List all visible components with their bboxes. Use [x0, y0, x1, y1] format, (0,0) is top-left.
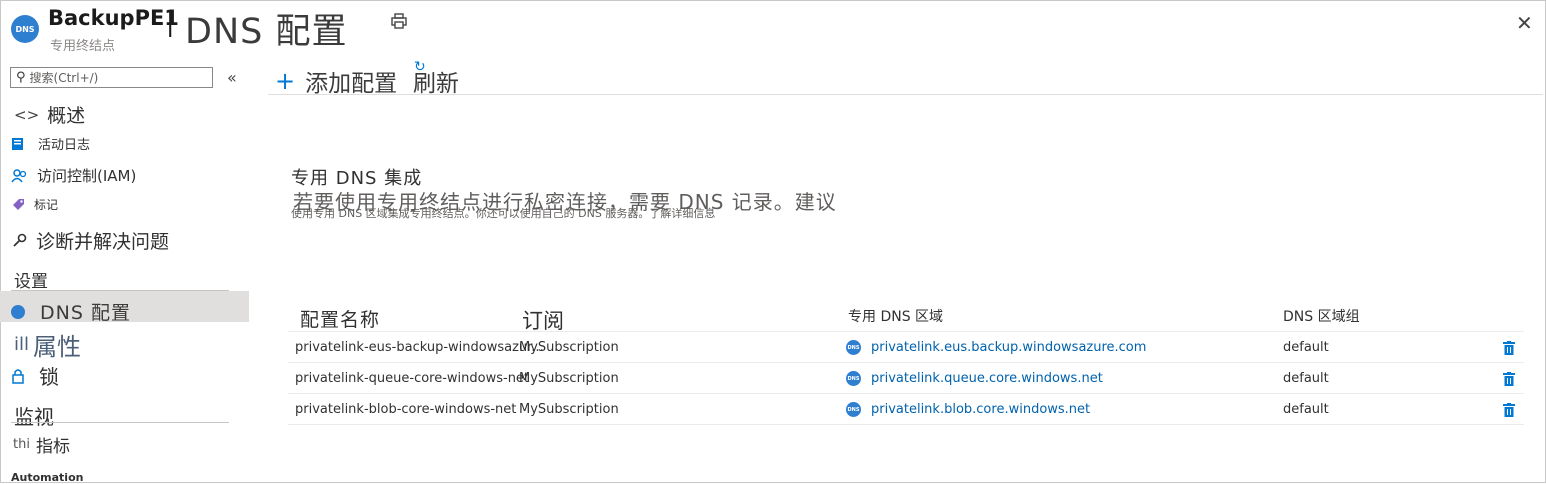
row-1-config-name: privatelink-eus-backup-windowsazur...	[295, 340, 544, 355]
tag-icon	[13, 199, 24, 210]
dns-zone-icon: DNS	[846, 340, 861, 355]
sidebar-item-label: 锁	[39, 365, 59, 389]
add-icon: +	[275, 67, 296, 95]
row-1-subscription: MySubscription	[519, 340, 619, 355]
sidebar-item-label: 概述	[47, 105, 86, 127]
wrench-icon	[13, 233, 27, 247]
page-title: DNS 配置	[185, 12, 348, 52]
sidebar-item-label: 诊断并解决问题	[36, 231, 170, 253]
dns-zone-icon: DNS	[846, 402, 861, 417]
delete-icon[interactable]	[1503, 341, 1515, 355]
sidebar-item-label: 活动日志	[38, 138, 91, 153]
title-separator: |	[166, 8, 175, 37]
sidebar-item-dns-config[interactable]: DNS 配置	[11, 298, 131, 325]
sidebar-item-label: 属性	[33, 333, 82, 361]
search-input[interactable]: ⚲ 搜索(Ctrl+/)	[10, 67, 213, 88]
header-divider	[288, 331, 1524, 332]
properties-icon: ill	[14, 334, 30, 355]
row-3-zone-group: default	[1283, 402, 1329, 417]
sidebar-item-activity-log[interactable]: 活动日志	[11, 134, 90, 153]
search-icon: ⚲	[16, 70, 26, 85]
row-divider	[288, 393, 1524, 394]
resource-name: BackupPE1	[48, 6, 179, 30]
row-2-zone-group: default	[1283, 371, 1329, 386]
row-1-zone-group: default	[1283, 340, 1329, 355]
sidebar-item-label: 访问控制(IAM)	[37, 167, 137, 185]
sidebar-item-lock[interactable]: 锁	[11, 361, 59, 390]
sidebar-item-properties[interactable]: ill 属性	[14, 327, 81, 362]
sidebar-item-label: 指标	[35, 437, 70, 457]
sidebar-item-iam[interactable]: 访问控制(IAM)	[11, 165, 136, 186]
activity-log-icon	[12, 137, 23, 150]
row-2-dns-zone-link[interactable]: DNS privatelink.queue.core.windows.net	[846, 371, 1103, 386]
row-divider	[288, 362, 1524, 363]
settings-section-header: 设置	[14, 272, 48, 292]
dns-resource-icon: DNS	[11, 15, 39, 43]
dns-zone-link-text: privatelink.eus.backup.windowsazure.com	[871, 340, 1147, 355]
search-placeholder: 搜索(Ctrl+/)	[29, 71, 99, 85]
sidebar-item-overview[interactable]: <> 概述	[14, 101, 85, 128]
row-divider	[288, 424, 1524, 425]
column-header-private-dns-zone: 专用 DNS 区域	[848, 309, 944, 325]
automation-section-header: Automation	[11, 471, 84, 484]
add-configuration-label: 添加配置	[305, 71, 398, 97]
row-3-dns-zone-link[interactable]: DNS privatelink.blob.core.windows.net	[846, 402, 1090, 417]
sidebar-item-label: 标记	[34, 198, 59, 212]
sidebar-item-diagnose[interactable]: 诊断并解决问题	[11, 227, 169, 254]
refresh-icon: ↻	[414, 59, 426, 75]
column-header-dns-zone-group: DNS 区域组	[1283, 309, 1360, 325]
dns-icon	[11, 304, 25, 319]
command-bar-divider	[268, 94, 1543, 95]
sidebar-item-metrics[interactable]: thi 指标	[13, 432, 70, 457]
resource-type: 专用终结点	[50, 39, 116, 54]
row-3-config-name: privatelink-blob-core-windows-net	[295, 402, 517, 417]
row-2-subscription: MySubscription	[519, 371, 619, 386]
close-icon[interactable]: ✕	[1516, 11, 1533, 35]
integration-subtext: 使用专用 DNS 区域集成专用终结点。你还可以使用自己的 DNS 服务器。了解详…	[291, 207, 716, 220]
refresh-button[interactable]: ↻ 刷新	[413, 59, 459, 98]
dns-zone-link-text: privatelink.queue.core.windows.net	[871, 371, 1103, 386]
sidebar-item-tags[interactable]: 标记	[11, 196, 58, 213]
sidebar-item-label: DNS 配置	[40, 302, 131, 324]
collapse-sidebar-button[interactable]: «	[227, 68, 237, 87]
section-divider	[11, 422, 229, 423]
row-3-subscription: MySubscription	[519, 402, 619, 417]
dns-zone-link-text: privatelink.blob.core.windows.net	[871, 402, 1091, 417]
add-configuration-button[interactable]: + 添加配置	[275, 64, 397, 98]
print-icon[interactable]	[390, 12, 408, 30]
monitor-section-header: 监视	[14, 405, 54, 429]
dns-zone-icon: DNS	[846, 371, 861, 386]
iam-icon	[11, 168, 27, 182]
code-icon: <>	[14, 105, 40, 124]
row-2-config-name: privatelink-queue-core-windows-net	[295, 371, 530, 386]
row-1-dns-zone-link[interactable]: DNS privatelink.eus.backup.windowsazure.…	[846, 340, 1146, 355]
delete-icon[interactable]	[1503, 372, 1515, 386]
column-header-config-name: 配置名称	[300, 309, 381, 331]
metrics-icon: thi	[13, 437, 30, 452]
delete-icon[interactable]	[1503, 403, 1515, 417]
lock-icon	[12, 368, 24, 384]
